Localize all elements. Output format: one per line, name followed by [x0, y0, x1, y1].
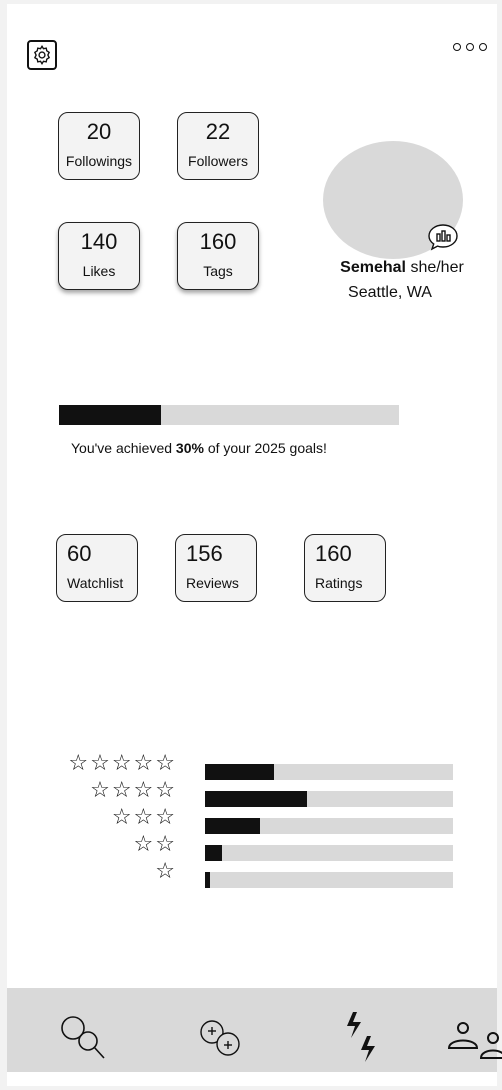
star-icons: ☆	[155, 859, 177, 884]
goal-progress-fill	[59, 405, 161, 425]
rating-bar	[205, 845, 453, 861]
more-dots-icon	[466, 43, 474, 51]
stat-followers[interactable]: 22 Followers	[177, 112, 259, 180]
goal-text-before: You've achieved	[71, 440, 176, 456]
rating-row-3[interactable]: ☆☆☆	[7, 805, 497, 834]
stat-label: Reviews	[186, 575, 239, 591]
tab-add[interactable]	[195, 1006, 255, 1066]
stat-ratings[interactable]: 160 Ratings	[304, 534, 386, 602]
gear-icon	[33, 44, 51, 66]
stat-value: 20	[86, 119, 112, 144]
chart-bubble-icon[interactable]	[427, 222, 459, 254]
add-icon	[200, 1020, 240, 1056]
rating-bar-fill	[205, 764, 275, 780]
settings-button[interactable]	[27, 40, 57, 70]
tab-activity[interactable]	[337, 1006, 397, 1066]
goal-progress-bar	[59, 405, 399, 425]
stat-watchlist[interactable]: 60 Watchlist	[56, 534, 138, 602]
star-icons: ☆☆	[133, 832, 177, 857]
stat-tags[interactable]: 160 Tags	[177, 222, 259, 290]
more-options-button[interactable]	[453, 40, 487, 54]
search-icon	[61, 1016, 105, 1059]
activity-icon	[347, 1012, 375, 1062]
stat-value: 140	[80, 229, 118, 254]
profile-location: Seattle, WA	[348, 284, 432, 301]
stat-value: 60	[67, 541, 92, 566]
stat-label: Followings	[65, 153, 133, 169]
more-dots-icon	[453, 43, 461, 51]
stat-label: Watchlist	[67, 575, 124, 591]
rating-row-5[interactable]: ☆☆☆☆☆	[7, 751, 497, 780]
rating-bar-fill	[205, 818, 260, 834]
people-icon	[447, 1022, 502, 1059]
more-dots-icon	[479, 43, 487, 51]
stat-likes[interactable]: 140 Likes	[58, 222, 140, 290]
stat-label: Tags	[203, 263, 233, 279]
tab-search[interactable]	[57, 1006, 117, 1066]
star-icons: ☆☆☆	[111, 805, 177, 830]
stat-value: 160	[315, 541, 352, 566]
rating-bar	[205, 764, 453, 780]
bottom-tab-bar	[7, 988, 502, 1072]
stat-label: Followers	[188, 153, 248, 169]
stat-value: 160	[199, 229, 237, 254]
profile-name-line: Semehal she/her	[307, 259, 497, 277]
stat-label: Ratings	[315, 575, 363, 591]
rating-bar	[205, 872, 453, 888]
rating-bar	[205, 818, 453, 834]
stat-reviews[interactable]: 156 Reviews	[175, 534, 257, 602]
stat-label: Likes	[82, 263, 116, 279]
stat-followings[interactable]: 20 Followings	[58, 112, 140, 180]
profile-pronouns: she/her	[410, 259, 464, 276]
tab-people[interactable]	[445, 1006, 502, 1066]
rating-bar-fill	[205, 791, 307, 807]
star-icons: ☆☆☆☆☆	[68, 751, 177, 776]
rating-bar-fill	[205, 845, 223, 861]
rating-row-2[interactable]: ☆☆	[7, 832, 497, 861]
profile-name: Semehal	[340, 259, 406, 276]
rating-bar	[205, 791, 453, 807]
stat-value: 156	[186, 541, 223, 566]
rating-row-4[interactable]: ☆☆☆☆	[7, 778, 497, 807]
stat-value: 22	[205, 119, 231, 144]
goal-text: You've achieved 30% of your 2025 goals!	[71, 440, 327, 456]
rating-row-1[interactable]: ☆	[7, 859, 497, 888]
goal-text-after: of your 2025 goals!	[203, 440, 327, 456]
goal-percent: 30%	[175, 440, 204, 456]
rating-bar-fill	[205, 872, 210, 888]
star-icons: ☆☆☆☆	[90, 778, 177, 803]
profile-screen: 20 Followings 22 Followers 140 Likes 160…	[7, 4, 502, 1086]
